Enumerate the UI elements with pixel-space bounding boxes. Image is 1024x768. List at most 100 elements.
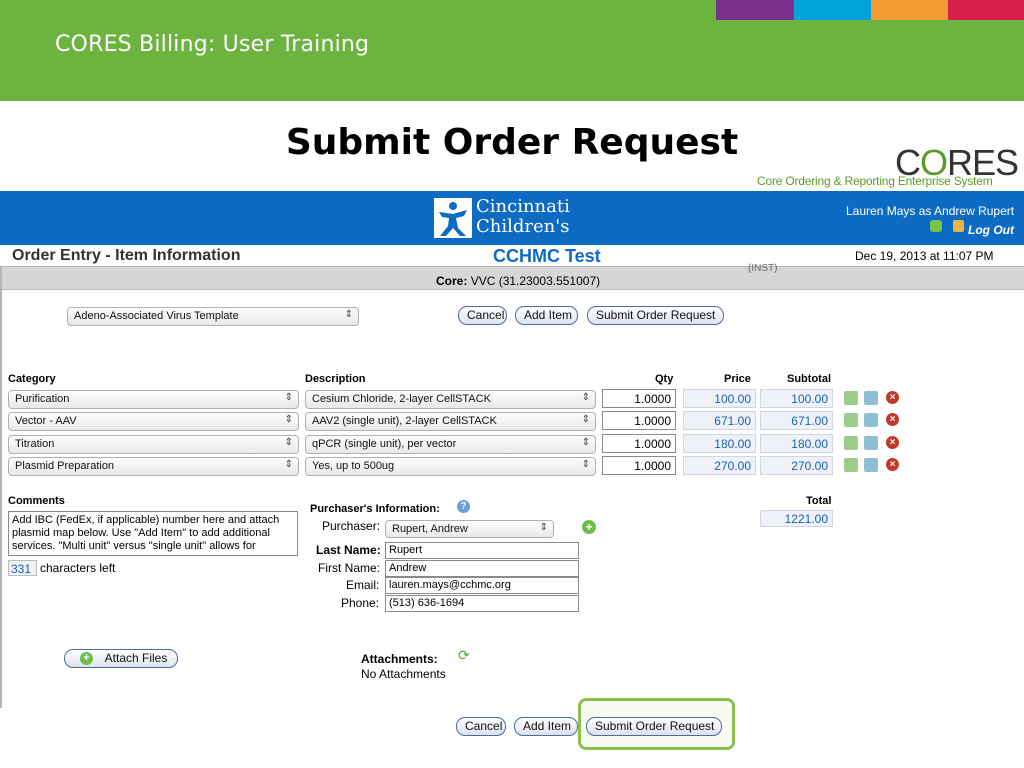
copy-icon[interactable] bbox=[864, 458, 878, 472]
person-icon[interactable] bbox=[844, 436, 858, 450]
purchaser-label: Purchaser: bbox=[322, 519, 381, 533]
first-name-label: First Name: bbox=[318, 561, 381, 575]
core-value: VVC (31.23003.551007) bbox=[470, 274, 601, 288]
select-arrows-icon: ⇕ bbox=[581, 459, 590, 470]
submit-order-button-top[interactable]: Submit Order Request bbox=[587, 306, 724, 325]
copy-icon[interactable] bbox=[864, 413, 878, 427]
purchaser-select[interactable]: Rupert, Andrew ⇕ bbox=[385, 520, 554, 538]
attach-files-label: Attach Files bbox=[104, 651, 168, 665]
header-description: Description bbox=[305, 373, 366, 385]
description-value: Cesium Chloride, 2-layer CellSTACK bbox=[312, 393, 491, 405]
price-value: 100.00 bbox=[683, 389, 756, 408]
hospital-name-line2: Children's bbox=[476, 216, 570, 237]
logout-link[interactable]: Log Out bbox=[968, 223, 1014, 237]
hospital-logo-icon bbox=[434, 198, 472, 238]
category-select[interactable]: Plasmid Preparation ⇕ bbox=[8, 457, 299, 476]
purchaser-section-label: Purchaser's Information: bbox=[310, 503, 440, 515]
delete-icon[interactable]: × bbox=[886, 436, 899, 449]
price-value: 671.00 bbox=[683, 411, 756, 430]
user-switch-icon[interactable] bbox=[930, 220, 942, 232]
qty-input[interactable]: 1.0000 bbox=[602, 389, 676, 408]
qty-input[interactable]: 1.0000 bbox=[602, 456, 676, 475]
hospital-name-line1: Cincinnati bbox=[476, 196, 570, 217]
cancel-button-top[interactable]: Cancel bbox=[458, 306, 507, 325]
person-icon[interactable] bbox=[844, 391, 858, 405]
header-price: Price bbox=[724, 373, 751, 385]
category-select[interactable]: Purification ⇕ bbox=[8, 390, 299, 409]
phone-label: Phone: bbox=[341, 596, 380, 610]
user-label: Lauren Mays as Andrew Rupert bbox=[846, 204, 1015, 218]
category-value: Titration bbox=[15, 438, 55, 450]
category-value: Vector - AAV bbox=[15, 415, 77, 427]
attachments-value: No Attachments bbox=[361, 667, 446, 681]
header-qty: Qty bbox=[655, 373, 674, 385]
last-name-input[interactable]: Rupert bbox=[385, 542, 579, 559]
last-name-label: Last Name: bbox=[316, 543, 381, 557]
category-select[interactable]: Vector - AAV ⇕ bbox=[8, 412, 299, 431]
select-arrows-icon: ⇕ bbox=[284, 414, 293, 425]
person-icon[interactable] bbox=[844, 413, 858, 427]
delete-icon[interactable]: × bbox=[886, 391, 899, 404]
copy-icon[interactable] bbox=[864, 391, 878, 405]
qty-input[interactable]: 1.0000 bbox=[602, 411, 676, 430]
delete-icon[interactable]: × bbox=[886, 458, 899, 471]
template-select-value: Adeno-Associated Virus Template bbox=[74, 310, 239, 322]
delete-icon[interactable]: × bbox=[886, 413, 899, 426]
total-label: Total bbox=[806, 495, 832, 507]
phone-input[interactable]: (513) 636-1694 bbox=[385, 595, 579, 612]
category-value: Purification bbox=[15, 393, 70, 405]
price-value: 180.00 bbox=[683, 434, 756, 453]
datetime: Dec 19, 2013 at 11:07 PM bbox=[855, 249, 994, 263]
description-value: AAV2 (single unit), 2-layer CellSTACK bbox=[312, 415, 497, 427]
category-select[interactable]: Titration ⇕ bbox=[8, 435, 299, 454]
core-info: Core: VVC (31.23003.551007) bbox=[436, 274, 600, 288]
select-arrows-icon: ⇕ bbox=[581, 414, 590, 425]
color-strip-orange bbox=[871, 0, 948, 20]
cores-subtitle: Core Ordering & Reporting Enterprise Sys… bbox=[757, 174, 993, 188]
refresh-icon[interactable]: ⟳ bbox=[458, 648, 474, 662]
purchaser-value: Rupert, Andrew bbox=[392, 523, 468, 535]
first-name-input[interactable]: Andrew bbox=[385, 560, 579, 577]
select-arrows-icon: ⇕ bbox=[344, 309, 353, 320]
add-item-button-top[interactable]: Add Item bbox=[515, 306, 578, 325]
slide-heading: Submit Order Request bbox=[285, 122, 739, 163]
left-border bbox=[0, 266, 2, 708]
add-purchaser-icon[interactable]: + bbox=[582, 520, 596, 534]
person-icon[interactable] bbox=[844, 458, 858, 472]
description-value: Yes, up to 500ug bbox=[312, 460, 395, 472]
attach-files-button[interactable]: + Attach Files bbox=[64, 649, 178, 668]
submit-order-button-bottom[interactable]: Submit Order Request bbox=[586, 717, 722, 736]
comments-label: Comments bbox=[8, 495, 65, 507]
cancel-button-bottom[interactable]: Cancel bbox=[456, 717, 506, 736]
email-input[interactable]: lauren.mays@cchmc.org bbox=[385, 577, 579, 594]
select-arrows-icon: ⇕ bbox=[284, 392, 293, 403]
copy-icon[interactable] bbox=[864, 436, 878, 450]
select-arrows-icon: ⇕ bbox=[284, 459, 293, 470]
ghost-text: (INST) bbox=[748, 263, 778, 274]
header-subtotal: Subtotal bbox=[787, 373, 831, 385]
color-strip-purple bbox=[716, 0, 794, 20]
comments-textarea[interactable]: Add IBC (FedEx, if applicable) number he… bbox=[8, 511, 298, 556]
help-icon[interactable]: ? bbox=[457, 500, 470, 513]
description-select[interactable]: Cesium Chloride, 2-layer CellSTACK ⇕ bbox=[305, 390, 596, 409]
chars-left-count: 331 bbox=[8, 560, 37, 576]
add-icon: + bbox=[80, 652, 93, 665]
category-value: Plasmid Preparation bbox=[15, 460, 115, 472]
select-arrows-icon: ⇕ bbox=[539, 522, 548, 533]
description-select[interactable]: AAV2 (single unit), 2-layer CellSTACK ⇕ bbox=[305, 412, 596, 431]
template-select[interactable]: Adeno-Associated Virus Template ⇕ bbox=[67, 307, 359, 326]
qty-input[interactable]: 1.0000 bbox=[602, 434, 676, 453]
chars-left-label: characters left bbox=[40, 561, 116, 575]
slide-title: CORES Billing: User Training bbox=[55, 32, 370, 57]
logout-icon[interactable] bbox=[953, 220, 964, 232]
add-item-button-bottom[interactable]: Add Item bbox=[514, 717, 578, 736]
description-select[interactable]: qPCR (single unit), per vector ⇕ bbox=[305, 435, 596, 454]
select-arrows-icon: ⇕ bbox=[581, 437, 590, 448]
description-select[interactable]: Yes, up to 500ug ⇕ bbox=[305, 457, 596, 476]
subtotal-value: 180.00 bbox=[760, 434, 833, 453]
attachments-label: Attachments: bbox=[361, 652, 438, 666]
subtotal-value: 100.00 bbox=[760, 389, 833, 408]
page-title: Order Entry - Item Information bbox=[12, 247, 241, 264]
color-strip-blue bbox=[794, 0, 871, 20]
email-label: Email: bbox=[346, 578, 380, 592]
